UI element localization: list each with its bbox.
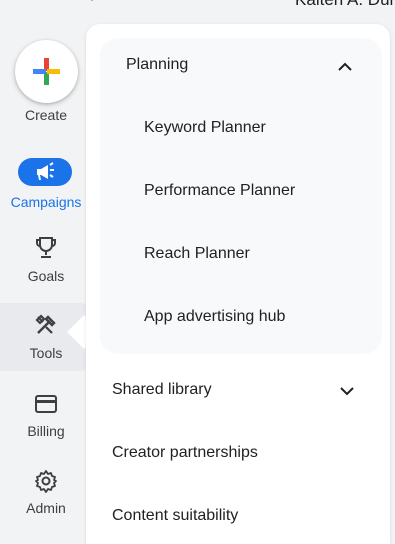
nav-item-billing[interactable]: Billing	[0, 390, 92, 458]
tools-flyout-panel: Planning Keyword Planner Performance Pla…	[86, 24, 390, 544]
chevron-down-icon[interactable]	[338, 382, 356, 400]
create-label: Create	[24, 107, 68, 123]
chevron-up-icon[interactable]	[336, 58, 354, 76]
nav-label-campaigns: Campaigns	[10, 194, 82, 210]
menu-item-keyword-planner[interactable]: Keyword Planner	[144, 119, 266, 137]
menu-item-app-advertising-hub[interactable]: App advertising hub	[144, 308, 285, 326]
plus-icon	[33, 58, 60, 85]
menu-item-performance-planner[interactable]: Performance Planner	[144, 182, 295, 200]
top-bar: ⌄ Kalten A. Dun	[0, 0, 395, 24]
nav-rail: Create Campaigns Goals Tools Billing Adm…	[0, 24, 92, 540]
nav-label-admin: Admin	[26, 500, 66, 516]
create-button[interactable]	[15, 40, 78, 103]
shared-library-header[interactable]: Shared library	[112, 381, 212, 399]
nav-item-admin[interactable]: Admin	[0, 467, 92, 535]
nav-label-goals: Goals	[27, 268, 65, 284]
megaphone-icon	[31, 160, 61, 184]
menu-item-reach-planner[interactable]: Reach Planner	[144, 245, 250, 263]
account-name[interactable]: Kalten A. Dun	[295, 0, 395, 10]
credit-card-icon	[31, 392, 61, 416]
planning-header[interactable]: Planning	[126, 56, 188, 74]
gear-icon	[31, 469, 61, 493]
nav-item-goals[interactable]: Goals	[0, 234, 92, 302]
tools-icon	[31, 313, 61, 337]
menu-item-creator-partnerships[interactable]: Creator partnerships	[112, 444, 258, 462]
nav-label-tools: Tools	[29, 345, 63, 361]
trophy-icon	[31, 236, 61, 260]
menu-item-content-suitability[interactable]: Content suitability	[112, 507, 238, 525]
chevron-down-icon[interactable]: ⌄	[86, 0, 98, 5]
nav-item-campaigns[interactable]: Campaigns	[0, 158, 92, 226]
planning-group: Planning Keyword Planner Performance Pla…	[100, 38, 382, 354]
nav-label-billing: Billing	[27, 423, 65, 439]
